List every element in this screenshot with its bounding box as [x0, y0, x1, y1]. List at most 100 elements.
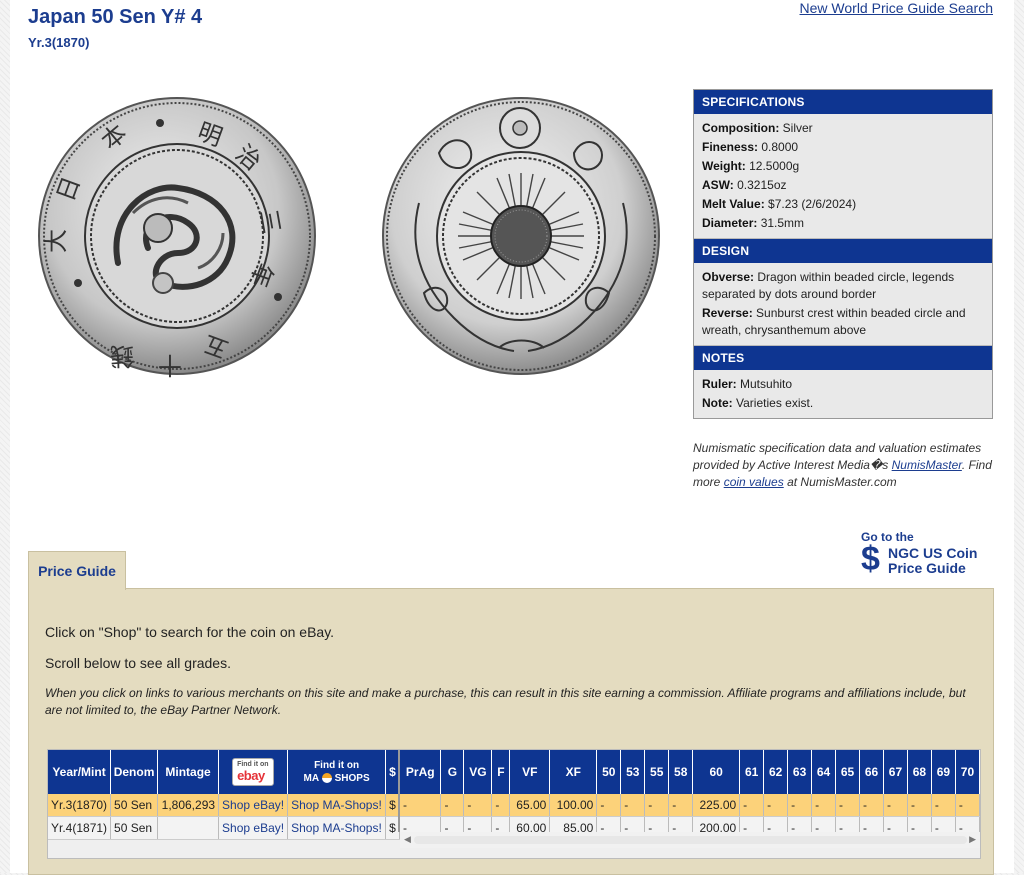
shop-ma-shops-link[interactable]: Shop MA-Shops! [291, 798, 382, 812]
attribution-text: Numismatic specification data and valuat… [693, 440, 993, 491]
col-grade-xf: XF [549, 750, 598, 794]
col-grade-vg: VG [463, 750, 493, 794]
ngc-price-guide-link[interactable]: Go to the $ NGC US Coin Price Guide [861, 530, 1001, 578]
numismaster-link[interactable]: NumisMaster [892, 458, 962, 472]
grade-value-cell: - [907, 794, 932, 817]
grade-value-cell: - [955, 794, 980, 817]
shop-ebay-link[interactable]: Shop eBay! [222, 798, 284, 812]
design-body: Obverse: Dragon within beaded circle, le… [694, 263, 992, 346]
world-price-guide-search-link[interactable]: New World Price Guide Search [800, 0, 993, 16]
row-mintage-cell: 1,806,293 [157, 794, 220, 817]
composition-label: Composition: [702, 121, 780, 135]
diameter-row: Diameter: 31.5mm [702, 215, 984, 232]
col-grade-50: 50 [596, 750, 622, 794]
scrollbar-thumb[interactable] [414, 836, 967, 844]
grade-value-cell: - [491, 794, 511, 817]
ma-shops-circle-icon [321, 773, 332, 784]
obverse-label: Obverse: [702, 270, 755, 284]
table-row: - - - -65.00 100.00- - - -225.00- - - - - - - - - - [400, 794, 980, 817]
shop-ma-shops-link[interactable]: Shop MA-Shops! [291, 821, 382, 835]
horizontal-scrollbar[interactable]: ◀ ▶ [400, 832, 980, 848]
notes-heading: NOTES [694, 346, 992, 370]
coin-values-link[interactable]: coin values [724, 475, 784, 489]
col-grade-55: 55 [644, 750, 670, 794]
grade-value-cell: - [859, 794, 884, 817]
weight-label: Weight: [702, 159, 746, 173]
shop-ebay-link-cell: Shop eBay! [218, 816, 289, 840]
note-row: Note: Varieties exist. [702, 395, 984, 412]
fineness-row: Fineness: 0.8000 [702, 139, 984, 156]
col-grade-68: 68 [907, 750, 932, 794]
svg-text:大: 大 [42, 229, 70, 253]
grade-value-cell: - [883, 794, 908, 817]
grade-value-cell: - [835, 794, 861, 817]
grade-value-cell: - [644, 794, 670, 817]
col-grade-f: F [491, 750, 511, 794]
col-ma-shops: Find it on MA SHOPS [287, 750, 387, 794]
coin-reverse-image [379, 93, 663, 379]
page-title: Japan 50 Sen Y# 4 [28, 6, 203, 28]
asw-label: ASW: [702, 178, 734, 192]
grade-value-cell: - [668, 794, 694, 817]
dollar-icon: $ [861, 540, 880, 578]
note-label: Note: [702, 396, 733, 410]
row-denom-cell: 50 Sen [110, 816, 159, 840]
coin-obverse-image: 明 治 三 年 銭 十 五 大 日 本 [38, 93, 316, 379]
composition-value: Silver [782, 121, 813, 135]
ruler-value: Mutsuhito [740, 377, 793, 391]
price-guide-panel: Click on "Shop" to search for the coin o… [28, 588, 994, 875]
svg-text:銭: 銭 [110, 342, 134, 370]
melt-label: Melt Value: [702, 197, 765, 211]
shop-ma-shops-link-cell: Shop MA-Shops! [287, 794, 387, 817]
ngc-guide-name: NGC US Coin Price Guide [888, 546, 977, 576]
col-ebay: Find it on ebay [218, 750, 289, 794]
price-table-grades: PrAg G VG F VF XF 50 53 55 58 60 61 62 63 64 65 66 67 68 69… [400, 750, 980, 840]
grade-value-cell: - [787, 794, 813, 817]
svg-text:十: 十 [158, 351, 182, 379]
grade-value-cell: - [739, 794, 765, 817]
grade-value-cell: - [440, 794, 465, 817]
ma-shops-text: SHOPS [334, 773, 370, 784]
col-year-mint: Year/Mint [48, 750, 112, 794]
col-grade-66: 66 [859, 750, 884, 794]
reverse-row: Reverse: Sunburst crest within beaded ci… [702, 305, 984, 339]
table-divider [398, 750, 400, 832]
ruler-label: Ruler: [702, 377, 737, 391]
weight-row: Weight: 12.5000g [702, 158, 984, 175]
asw-row: ASW: 0.3215oz [702, 177, 984, 194]
scroll-instructions: Scroll below to see all grades. [45, 655, 231, 671]
col-mintage: Mintage [157, 750, 220, 794]
grade-header-row: PrAg G VG F VF XF 50 53 55 58 60 61 62 63 64 65 66 67 68 69… [400, 750, 980, 794]
grade-value-cell: - [763, 794, 789, 817]
specifications-heading: SPECIFICATIONS [694, 90, 992, 114]
tab-price-guide[interactable]: Price Guide [28, 551, 126, 590]
scroll-left-icon[interactable]: ◀ [404, 834, 411, 845]
ebay-logo-text: ebay [237, 768, 265, 783]
row-mintage-cell [157, 816, 220, 840]
shop-ebay-link[interactable]: Shop eBay! [222, 821, 284, 835]
grade-value-cell: 100.00 [549, 794, 598, 817]
shop-ma-shops-link-cell: Shop MA-Shops! [287, 816, 387, 840]
scroll-right-icon[interactable]: ▶ [969, 834, 976, 845]
col-grade-g: G [440, 750, 465, 794]
notes-body: Ruler: Mutsuhito Note: Varieties exist. [694, 370, 992, 418]
col-grade-vf: VF [509, 750, 551, 794]
diameter-value: 31.5mm [760, 216, 805, 230]
shop-instructions: Click on "Shop" to search for the coin o… [45, 624, 335, 640]
row-year-mint-cell: Yr.4(1871) [48, 816, 112, 840]
ma-logo-text: MA [303, 773, 320, 784]
col-grade-64: 64 [811, 750, 837, 794]
grade-value-cell: 65.00 [509, 794, 551, 817]
specifications-panel: SPECIFICATIONS Composition: Silver Finen… [693, 89, 993, 419]
fineness-value: 0.8000 [761, 140, 799, 154]
attribution-line3: at NumisMaster.com [783, 475, 897, 489]
row-year-mint-cell: Yr.3(1870) [48, 794, 112, 817]
price-table-fixed: Year/Mint Denom Mintage Find it on ebay … [48, 750, 400, 840]
page-subtitle: Yr.3(1870) [28, 35, 90, 50]
page: Japan 50 Sen Y# 4 Yr.3(1870) New World P… [10, 0, 1014, 875]
col-grade-69: 69 [931, 750, 956, 794]
specifications-body: Composition: Silver Fineness: 0.8000 Wei… [694, 114, 992, 239]
obverse-row: Obverse: Dragon within beaded circle, le… [702, 269, 984, 303]
ngc-line2: Price Guide [888, 560, 966, 576]
design-heading: DESIGN [694, 239, 992, 263]
